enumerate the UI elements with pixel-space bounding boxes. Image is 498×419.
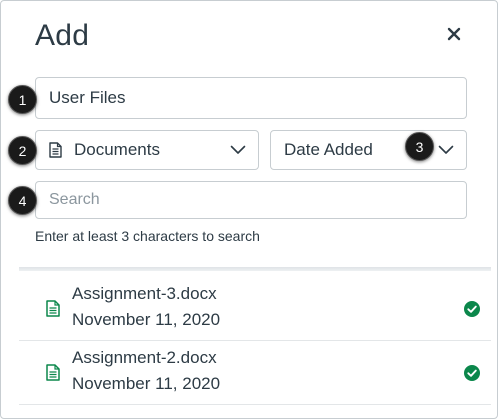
- sort-value: Date Added: [284, 140, 373, 159]
- close-button[interactable]: [443, 25, 465, 47]
- search-input[interactable]: Search: [35, 181, 467, 219]
- divider: [19, 267, 491, 271]
- docx-file-icon: [46, 300, 60, 322]
- callout-badge-3: 3: [405, 132, 434, 161]
- search-placeholder: Search: [49, 191, 100, 208]
- content-type-select[interactable]: Documents: [35, 130, 259, 170]
- sort-select[interactable]: Date Added: [270, 130, 467, 170]
- file-name: Assignment-3.docx: [72, 284, 217, 303]
- file-date: November 11, 2020: [72, 310, 221, 329]
- chevron-down-icon: [230, 145, 246, 155]
- dialog-title: Add: [35, 19, 90, 52]
- file-list-item[interactable]: Assignment-2.docx November 11, 2020: [19, 341, 491, 405]
- location-value: User Files: [49, 88, 126, 107]
- file-date: November 11, 2020: [72, 374, 221, 393]
- callout-badge-2: 2: [8, 136, 37, 165]
- file-list-item[interactable]: Assignment-3.docx November 11, 2020: [19, 277, 491, 341]
- check-circle-icon: [464, 365, 480, 386]
- content-type-value: Documents: [74, 140, 160, 159]
- callout-badge-1: 1: [8, 85, 37, 114]
- close-icon: [447, 27, 461, 46]
- chevron-down-icon: [438, 145, 454, 155]
- document-icon: [49, 142, 62, 158]
- docx-file-icon: [46, 364, 60, 386]
- callout-badge-4: 4: [8, 186, 37, 215]
- location-select[interactable]: User Files: [35, 77, 467, 119]
- search-hint: Enter at least 3 characters to search: [35, 228, 260, 244]
- add-dialog: Add User Files Documents Date Added Sear…: [0, 0, 498, 419]
- file-name: Assignment-2.docx: [72, 348, 217, 367]
- check-circle-icon: [464, 301, 480, 322]
